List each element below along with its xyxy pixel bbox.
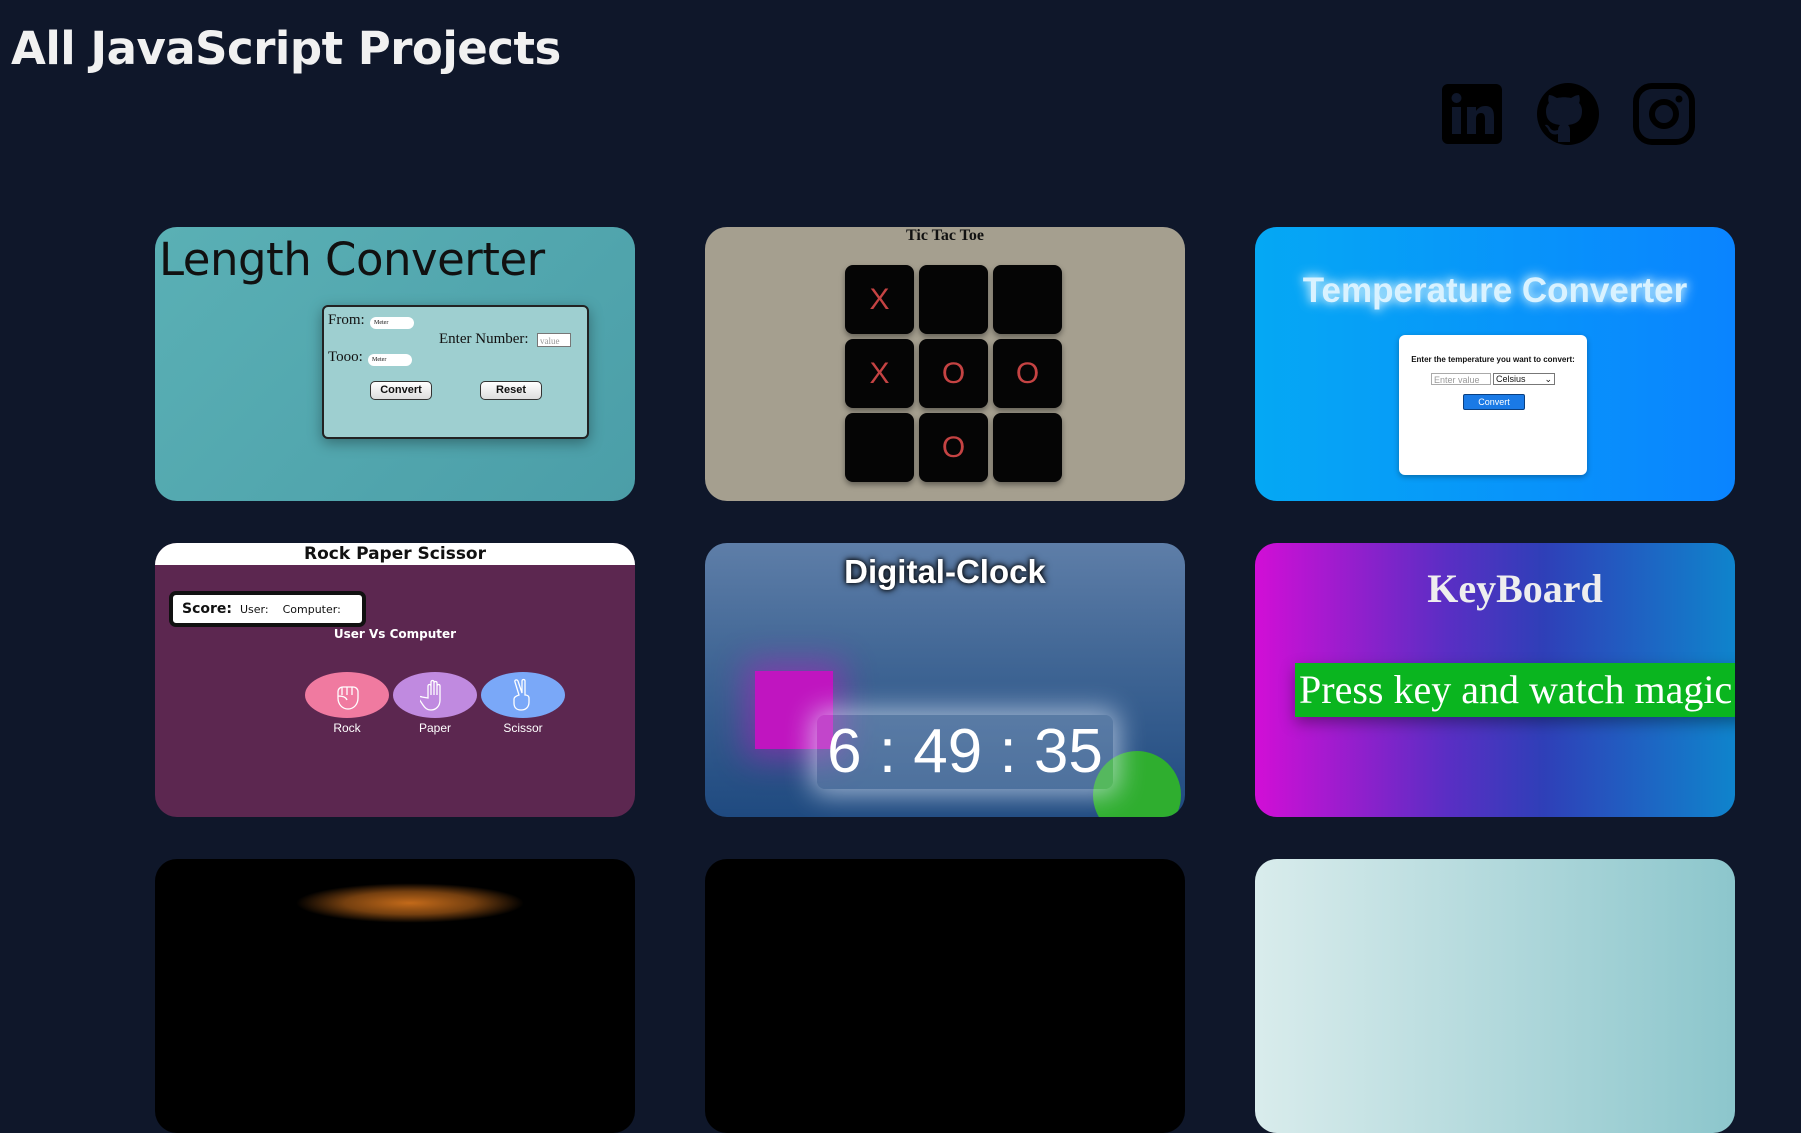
project-card-tic-tac-toe[interactable]: Tic Tac Toe X X O O O (705, 227, 1185, 501)
computer-score-label: Computer: (282, 603, 341, 616)
board-cell[interactable]: O (919, 413, 988, 482)
scissor-label: Scissor (503, 721, 543, 735)
card-title: Rock Paper Scissor (304, 544, 486, 564)
clock-display: 6 : 49 : 35 (817, 715, 1113, 789)
card-title: Digital-Clock (844, 553, 1046, 590)
to-label: Tooo: (328, 349, 363, 365)
project-card-temperature-converter[interactable]: Temperature Converter Enter the temperat… (1255, 227, 1735, 501)
project-card-digital-clock[interactable]: Digital-Clock 6 : 49 : 35 (705, 543, 1185, 817)
project-card-partial[interactable] (705, 859, 1185, 1133)
to-unit-select[interactable]: Meter (368, 354, 412, 366)
magic-banner: Press key and watch magic (1295, 663, 1735, 717)
scissor-button[interactable] (481, 672, 565, 718)
instagram-link[interactable] (1632, 82, 1696, 146)
chevron-down-icon: ⌄ (1544, 374, 1552, 384)
value-input[interactable]: value (537, 333, 571, 347)
user-score-label: User: (240, 603, 269, 616)
board-cell[interactable] (993, 413, 1062, 482)
board-cell[interactable]: O (993, 339, 1062, 408)
github-icon (1537, 83, 1599, 145)
board-cell[interactable]: X (845, 339, 914, 408)
linkedin-icon (1442, 84, 1502, 144)
project-card-partial[interactable] (1255, 859, 1735, 1133)
convert-button[interactable]: Convert (1463, 394, 1525, 410)
open-hand-icon (420, 679, 441, 711)
linkedin-link[interactable] (1440, 82, 1504, 146)
board-cell[interactable]: O (919, 339, 988, 408)
instagram-icon (1633, 83, 1695, 145)
from-label: From: (328, 312, 365, 328)
board-cell[interactable]: X (845, 265, 914, 334)
project-card-rock-paper-scissor[interactable]: Rock Paper Scissor Score: User: Computer: … (155, 543, 635, 817)
board-cell[interactable] (919, 265, 988, 334)
unit-select[interactable]: Celsius ⌄ (1493, 373, 1555, 385)
temperature-prompt: Enter the temperature you want to conver… (1411, 355, 1575, 364)
project-card-length-converter[interactable]: Length Converter From: Meter Enter Numbe… (155, 227, 635, 501)
github-link[interactable] (1536, 82, 1600, 146)
board-cell[interactable] (993, 265, 1062, 334)
paper-label: Paper (418, 721, 452, 735)
card-title: KeyBoard (1427, 566, 1603, 611)
versus-label: User Vs Computer (333, 627, 457, 641)
paper-button[interactable] (393, 672, 477, 718)
temperature-input[interactable]: Enter value (1431, 373, 1491, 385)
project-card-keyboard[interactable]: KeyBoard Press key and watch magic (1255, 543, 1735, 817)
social-links (1440, 82, 1696, 146)
temperature-form: Enter the temperature you want to conver… (1399, 335, 1587, 475)
enter-number-label: Enter Number: (439, 331, 529, 347)
fist-icon (337, 686, 359, 710)
rock-button[interactable] (305, 672, 389, 718)
card-title: Length Converter (159, 233, 545, 286)
rock-label: Rock (333, 721, 361, 735)
peace-hand-icon (513, 678, 530, 711)
card-title: Tic Tac Toe (906, 227, 984, 244)
converter-panel: From: Meter Enter Number: value Tooo: Me… (322, 305, 589, 439)
glow-shape (295, 883, 525, 923)
game-board: X X O O O (845, 265, 1062, 482)
unit-select-value: Celsius (1496, 374, 1526, 384)
reset-button[interactable]: Reset (480, 381, 542, 400)
score-board: Score: User: Computer: (169, 591, 366, 627)
card-title: Temperature Converter (1302, 271, 1688, 310)
score-label: Score: (182, 601, 232, 617)
page-title: All JavaScript Projects (11, 22, 561, 75)
project-card-partial[interactable] (155, 859, 635, 1133)
from-unit-select[interactable]: Meter (370, 317, 414, 329)
board-cell[interactable] (845, 413, 914, 482)
convert-button[interactable]: Convert (370, 381, 432, 400)
